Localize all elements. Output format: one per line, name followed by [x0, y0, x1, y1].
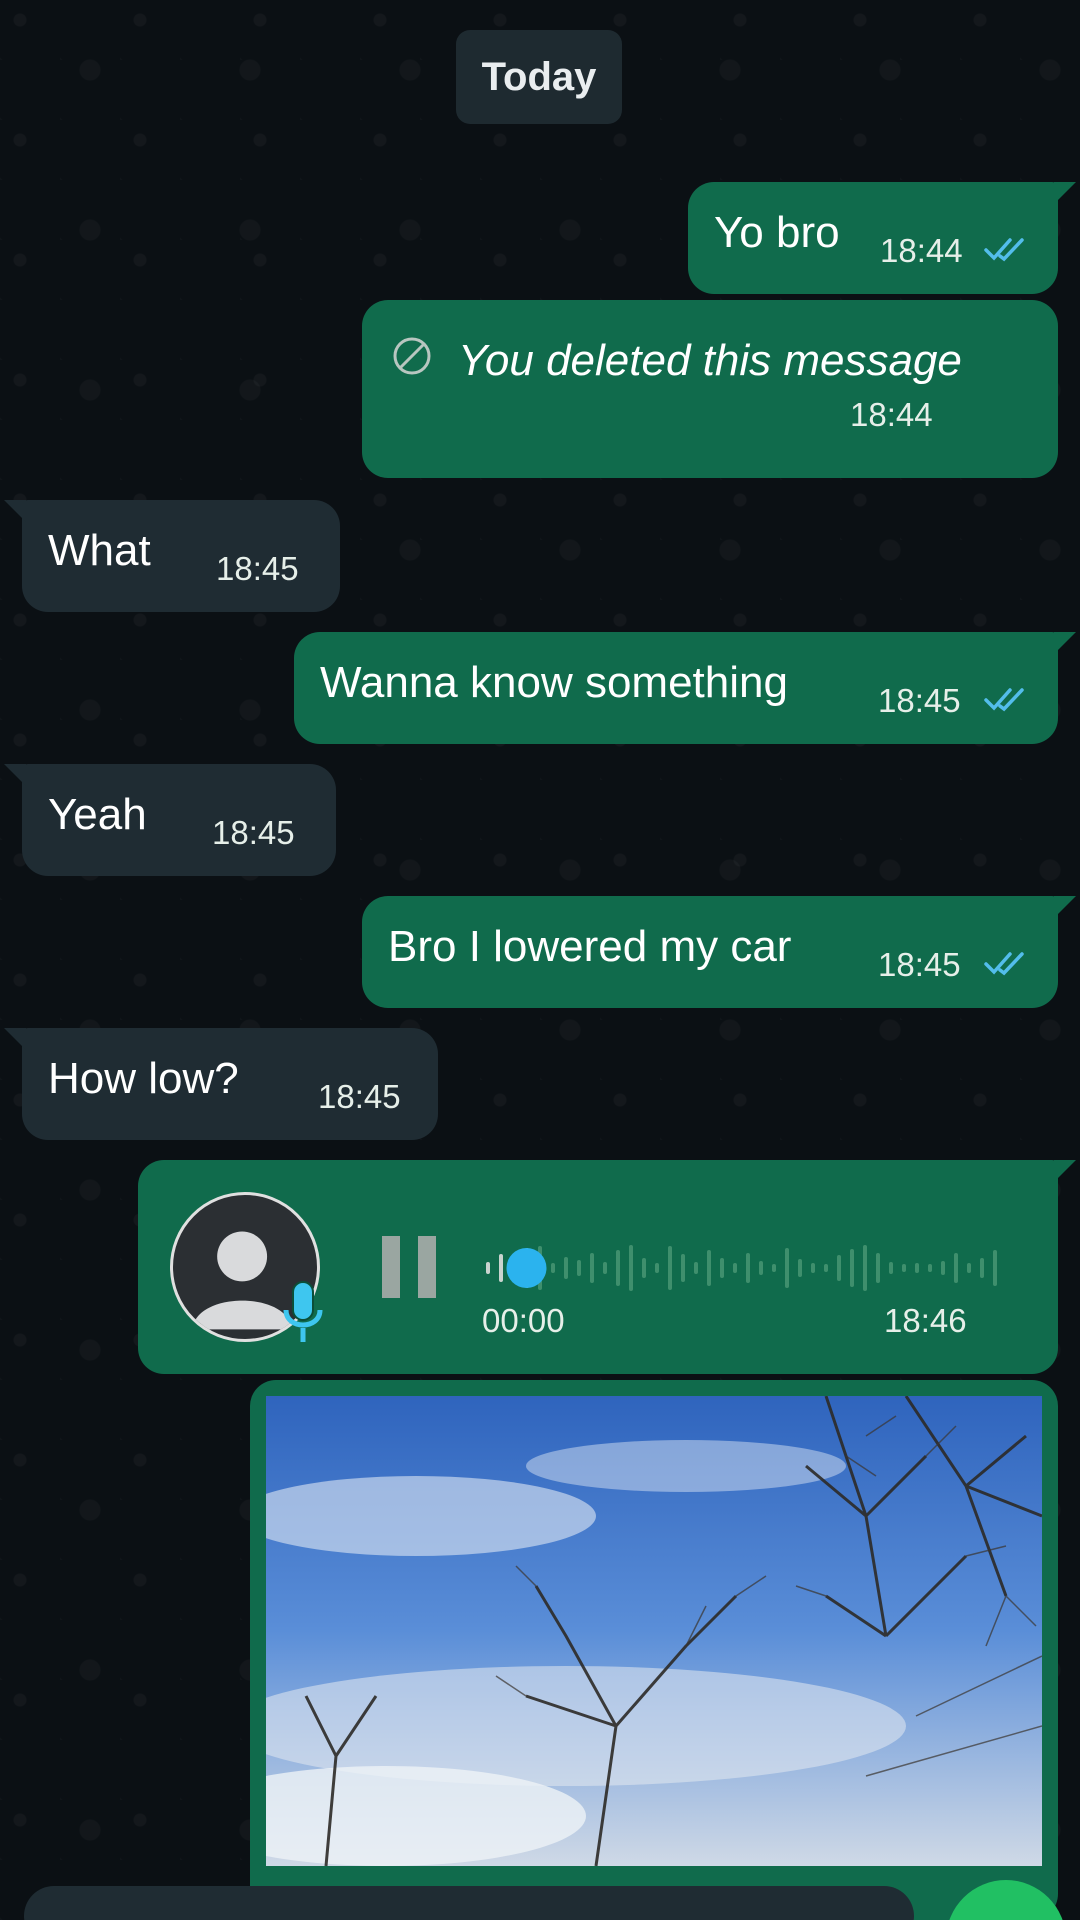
waveform-bar — [967, 1263, 971, 1273]
waveform-bar — [954, 1253, 958, 1283]
message-bubble-outgoing[interactable]: Bro I lowered my car 18:45 — [362, 896, 1076, 1008]
waveform-bar — [759, 1261, 763, 1275]
message-time: 18:44 — [880, 232, 963, 269]
chat-screen: Today Yo bro 18:44 You deleted this mess… — [0, 0, 1080, 1920]
message-time: 18:45 — [216, 550, 299, 587]
waveform-bar — [694, 1262, 698, 1274]
double-check-icon — [984, 688, 1024, 712]
waveform-bar — [811, 1263, 815, 1273]
waveform-bar — [746, 1253, 750, 1283]
message-text: Bro I lowered my car — [388, 922, 792, 971]
waveform-bar — [577, 1260, 581, 1276]
deleted-message-text: You deleted this message — [458, 336, 962, 385]
waveform-bar — [928, 1264, 932, 1272]
image-thumbnail[interactable] — [266, 1396, 1042, 1866]
pause-icon[interactable] — [380, 1234, 440, 1300]
waveform-bar — [486, 1262, 490, 1274]
waveform-bar — [681, 1254, 685, 1282]
waveform-bar — [785, 1248, 789, 1288]
waveform-bar — [850, 1249, 854, 1287]
double-check-icon — [984, 238, 1024, 262]
waveform-bar — [889, 1262, 893, 1274]
waveform-bar — [993, 1250, 997, 1286]
waveform-bar — [772, 1264, 776, 1272]
waveform-bar — [616, 1250, 620, 1286]
voice-note-bubble[interactable]: 00:00 18:46 — [138, 1160, 1076, 1374]
message-time: 18:45 — [212, 814, 295, 851]
message-text: Wanna know something — [320, 658, 788, 707]
message-text: How low? — [48, 1054, 239, 1103]
message-text: What — [48, 526, 151, 575]
waveform-bar — [876, 1253, 880, 1283]
date-separator: Today — [456, 30, 622, 124]
message-bubble-outgoing[interactable]: Wanna know something 18:45 — [294, 632, 1076, 744]
voice-elapsed-time: 00:00 — [482, 1302, 565, 1339]
waveform-bar — [798, 1259, 802, 1277]
waveform-bar — [564, 1257, 568, 1279]
waveform-bar — [902, 1264, 906, 1272]
message-input-bar[interactable] — [24, 1886, 914, 1920]
waveform-bar — [837, 1255, 841, 1281]
image-message-bubble[interactable] — [250, 1380, 1058, 1920]
waveform-bar — [629, 1245, 633, 1291]
waveform-bar — [863, 1245, 867, 1291]
waveform-bar — [980, 1258, 984, 1278]
ban-icon — [393, 337, 431, 375]
message-bubble-incoming[interactable]: Yeah 18:45 — [4, 764, 336, 876]
waveform-bar — [590, 1253, 594, 1283]
message-time: 18:46 — [884, 1302, 967, 1339]
waveform-bar — [499, 1254, 503, 1282]
waveform-bar — [733, 1263, 737, 1273]
mic-icon — [283, 1281, 323, 1342]
message-bubble-incoming[interactable]: What 18:45 — [4, 500, 340, 612]
waveform-bar — [824, 1264, 828, 1272]
double-check-icon — [984, 952, 1024, 976]
audio-waveform[interactable] — [482, 1238, 1012, 1298]
message-bubble-incoming[interactable]: How low? 18:45 — [4, 1028, 438, 1140]
message-text: Yo bro — [714, 208, 840, 257]
message-bubble-outgoing[interactable]: Yo bro 18:44 — [688, 182, 1076, 294]
message-time: 18:45 — [878, 682, 961, 719]
waveform-bar — [941, 1261, 945, 1275]
message-time: 18:45 — [318, 1078, 401, 1115]
playback-knob[interactable] — [506, 1248, 547, 1288]
message-text: Yeah — [48, 790, 147, 839]
deleted-message-bubble[interactable]: You deleted this message 18:44 — [362, 300, 1058, 478]
waveform-bar — [915, 1263, 919, 1273]
waveform-bar — [720, 1258, 724, 1278]
photo-trees-sky — [266, 1396, 1042, 1866]
waveform-bar — [551, 1263, 555, 1273]
message-time: 18:45 — [878, 946, 961, 983]
waveform-bar — [642, 1258, 646, 1278]
waveform-bar — [655, 1263, 659, 1273]
waveform-bar — [603, 1262, 607, 1274]
waveform-bar — [707, 1250, 711, 1286]
message-time: 18:44 — [850, 396, 933, 433]
waveform-bar — [668, 1246, 672, 1290]
